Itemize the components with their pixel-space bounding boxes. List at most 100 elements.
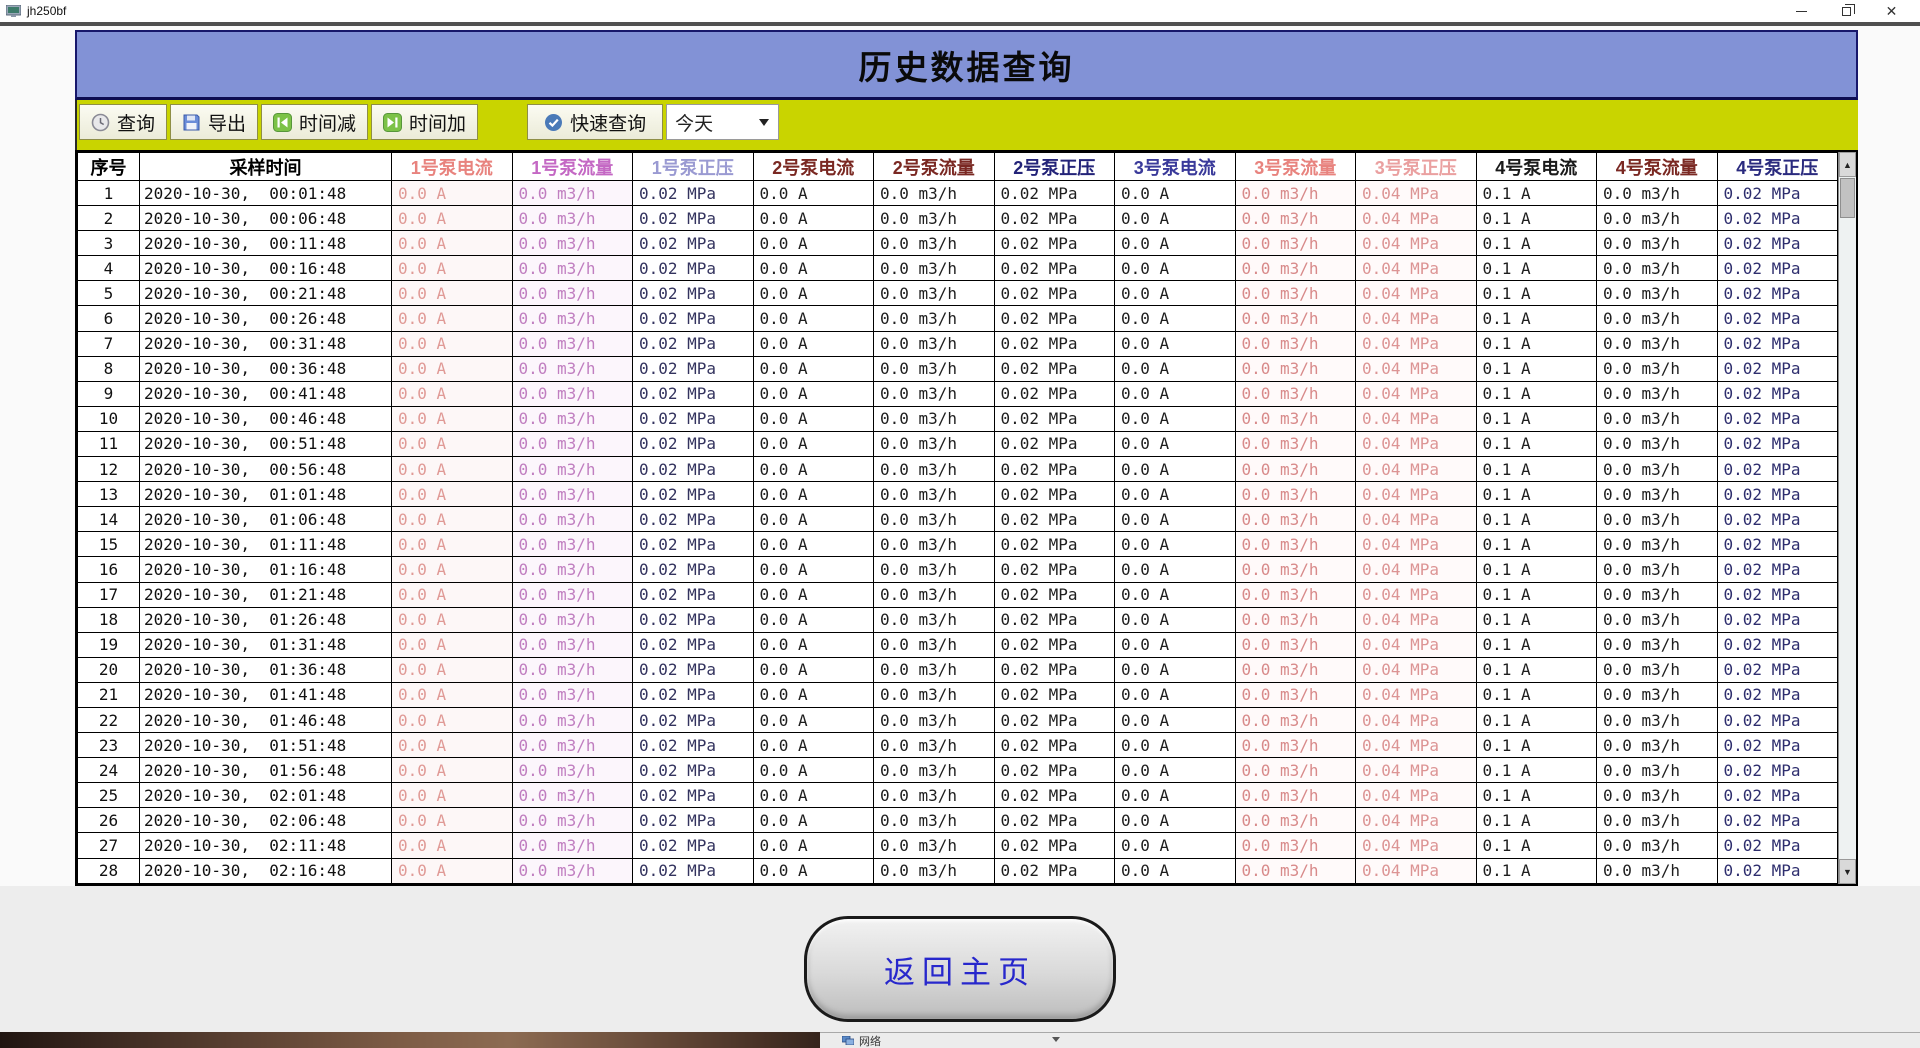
column-header: 1号泵正压 <box>633 153 754 181</box>
table-cell: 0.0 A <box>1115 607 1236 632</box>
table-row[interactable]: 282020-10-30, 02:16:480.0 A0.0 m3/h0.02 … <box>78 858 1838 883</box>
table-cell: 0.0 m3/h <box>1597 783 1718 808</box>
table-cell: 0.02 MPa <box>633 858 754 883</box>
column-header: 1号泵电流 <box>392 153 513 181</box>
back-home-button[interactable]: 返回主页 <box>804 916 1116 1022</box>
table-row[interactable]: 22020-10-30, 00:06:480.0 A0.0 m3/h0.02 M… <box>78 206 1838 231</box>
time-plus-button[interactable]: 时间加 <box>371 104 478 140</box>
table-cell: 0.0 A <box>392 808 513 833</box>
table-cell: 0.02 MPa <box>633 231 754 256</box>
table-cell: 0.0 A <box>392 657 513 682</box>
table-row[interactable]: 42020-10-30, 00:16:480.0 A0.0 m3/h0.02 M… <box>78 256 1838 281</box>
table-cell: 0.1 A <box>1476 406 1597 431</box>
skip-forward-icon <box>383 113 402 132</box>
close-icon: ✕ <box>1886 4 1898 18</box>
scrollbar-down-arrow[interactable]: ▼ <box>1839 859 1856 884</box>
table-cell: 0.0 A <box>1115 557 1236 582</box>
table-row[interactable]: 212020-10-30, 01:41:480.0 A0.0 m3/h0.02 … <box>78 682 1838 707</box>
table-cell: 0.0 m3/h <box>874 657 995 682</box>
table-cell: 0.0 A <box>753 733 874 758</box>
table-row[interactable]: 152020-10-30, 01:11:480.0 A0.0 m3/h0.02 … <box>78 532 1838 557</box>
table-cell: 0.0 A <box>1115 181 1236 206</box>
table-cell: 0.04 MPa <box>1356 457 1477 482</box>
table-cell: 0.0 m3/h <box>512 707 633 732</box>
close-button[interactable]: ✕ <box>1869 0 1914 22</box>
table-row[interactable]: 202020-10-30, 01:36:480.0 A0.0 m3/h0.02 … <box>78 657 1838 682</box>
minimize-button[interactable] <box>1779 0 1824 22</box>
table-cell: 0.0 m3/h <box>874 457 995 482</box>
table-row[interactable]: 112020-10-30, 00:51:480.0 A0.0 m3/h0.02 … <box>78 431 1838 456</box>
table-cell: 0.02 MPa <box>633 808 754 833</box>
table-row[interactable]: 232020-10-30, 01:51:480.0 A0.0 m3/h0.02 … <box>78 733 1838 758</box>
table-row[interactable]: 172020-10-30, 01:21:480.0 A0.0 m3/h0.02 … <box>78 582 1838 607</box>
table-cell: 0.02 MPa <box>994 783 1115 808</box>
taskbar-chevron-down-icon[interactable] <box>1052 1037 1060 1042</box>
table-cell: 0.0 m3/h <box>1597 406 1718 431</box>
table-cell: 2020-10-30, 02:06:48 <box>140 808 392 833</box>
scrollbar-track[interactable] <box>1839 219 1856 859</box>
table-cell: 0.0 m3/h <box>874 833 995 858</box>
table-cell: 0.0 A <box>1115 406 1236 431</box>
column-header: 1号泵流量 <box>512 153 633 181</box>
table-row[interactable]: 242020-10-30, 01:56:480.0 A0.0 m3/h0.02 … <box>78 758 1838 783</box>
table-row[interactable]: 102020-10-30, 00:46:480.0 A0.0 m3/h0.02 … <box>78 406 1838 431</box>
restore-button[interactable] <box>1824 0 1869 22</box>
table-cell: 0.0 m3/h <box>512 858 633 883</box>
table-row[interactable]: 132020-10-30, 01:01:480.0 A0.0 m3/h0.02 … <box>78 482 1838 507</box>
table-cell: 0.02 MPa <box>633 457 754 482</box>
table-row[interactable]: 52020-10-30, 00:21:480.0 A0.0 m3/h0.02 M… <box>78 281 1838 306</box>
table-cell: 0.0 A <box>753 482 874 507</box>
table-row[interactable]: 62020-10-30, 00:26:480.0 A0.0 m3/h0.02 M… <box>78 306 1838 331</box>
check-circle-icon <box>544 113 563 132</box>
table-row[interactable]: 122020-10-30, 00:56:480.0 A0.0 m3/h0.02 … <box>78 457 1838 482</box>
scrollbar-up-arrow[interactable]: ▲ <box>1839 152 1856 177</box>
table-cell: 0.02 MPa <box>994 331 1115 356</box>
query-button-label: 查询 <box>117 109 155 136</box>
table-scrollbar[interactable]: ▲ ▼ <box>1838 152 1856 884</box>
table-row[interactable]: 32020-10-30, 00:11:480.0 A0.0 m3/h0.02 M… <box>78 231 1838 256</box>
column-header: 4号泵流量 <box>1597 153 1718 181</box>
table-row[interactable]: 72020-10-30, 00:31:480.0 A0.0 m3/h0.02 M… <box>78 331 1838 356</box>
table-row[interactable]: 252020-10-30, 02:01:480.0 A0.0 m3/h0.02 … <box>78 783 1838 808</box>
export-button[interactable]: 导出 <box>170 104 258 140</box>
table-row[interactable]: 182020-10-30, 01:26:480.0 A0.0 m3/h0.02 … <box>78 607 1838 632</box>
table-cell: 5 <box>78 281 140 306</box>
table-cell: 0.0 m3/h <box>1235 657 1356 682</box>
column-header: 3号泵电流 <box>1115 153 1236 181</box>
table-cell: 2020-10-30, 02:11:48 <box>140 833 392 858</box>
table-cell: 0.02 MPa <box>994 657 1115 682</box>
table-cell: 0.0 m3/h <box>1235 507 1356 532</box>
table-cell: 0.0 A <box>1115 783 1236 808</box>
table-row[interactable]: 142020-10-30, 01:06:480.0 A0.0 m3/h0.02 … <box>78 507 1838 532</box>
scrollbar-thumb[interactable] <box>1840 178 1855 218</box>
table-cell: 0.0 m3/h <box>512 657 633 682</box>
table-row[interactable]: 92020-10-30, 00:41:480.0 A0.0 m3/h0.02 M… <box>78 381 1838 406</box>
table-cell: 2020-10-30, 00:11:48 <box>140 231 392 256</box>
table-row[interactable]: 272020-10-30, 02:11:480.0 A0.0 m3/h0.02 … <box>78 833 1838 858</box>
table-cell: 0.02 MPa <box>994 532 1115 557</box>
table-cell: 0.0 A <box>1115 356 1236 381</box>
table-cell: 0.04 MPa <box>1356 181 1477 206</box>
query-button[interactable]: 查询 <box>79 104 167 140</box>
taskbar-fragment[interactable]: 网络 <box>820 1032 1920 1048</box>
table-cell: 0.0 m3/h <box>1235 632 1356 657</box>
table-row[interactable]: 222020-10-30, 01:46:480.0 A0.0 m3/h0.02 … <box>78 707 1838 732</box>
table-cell: 0.02 MPa <box>1717 406 1838 431</box>
quick-query-button[interactable]: 快速查询 <box>527 104 663 140</box>
time-minus-button[interactable]: 时间减 <box>261 104 368 140</box>
table-cell: 0.0 m3/h <box>874 331 995 356</box>
table-cell: 0.0 A <box>392 331 513 356</box>
table-row[interactable]: 192020-10-30, 01:31:480.0 A0.0 m3/h0.02 … <box>78 632 1838 657</box>
table-cell: 0.0 m3/h <box>1235 356 1356 381</box>
table-cell: 2020-10-30, 02:01:48 <box>140 783 392 808</box>
table-cell: 0.0 m3/h <box>874 306 995 331</box>
table-row[interactable]: 12020-10-30, 00:01:480.0 A0.0 m3/h0.02 M… <box>78 181 1838 206</box>
table-row[interactable]: 262020-10-30, 02:06:480.0 A0.0 m3/h0.02 … <box>78 808 1838 833</box>
table-cell: 0.0 A <box>753 256 874 281</box>
table-row[interactable]: 162020-10-30, 01:16:480.0 A0.0 m3/h0.02 … <box>78 557 1838 582</box>
table-cell: 0.0 A <box>753 582 874 607</box>
table-cell: 0.02 MPa <box>994 557 1115 582</box>
table-cell: 0.1 A <box>1476 256 1597 281</box>
table-row[interactable]: 82020-10-30, 00:36:480.0 A0.0 m3/h0.02 M… <box>78 356 1838 381</box>
quick-range-select[interactable]: 今天 <box>666 104 779 140</box>
